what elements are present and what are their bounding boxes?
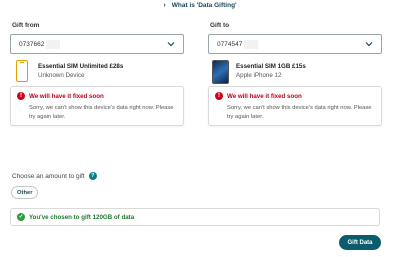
alert-icon: ! [215, 92, 223, 100]
gift-to-error-box: ! We will have it fixed soon Sorry, we ca… [208, 86, 382, 126]
error-message: Sorry, we can't show this device's data … [227, 105, 372, 120]
chevron-down-icon [167, 41, 175, 47]
gift-to-select[interactable]: 0774547 [208, 34, 382, 54]
gift-data-button[interactable]: Gift Data [339, 235, 381, 250]
number-mask [244, 39, 259, 49]
error-message: Sorry, we can't show this device's data … [29, 105, 174, 120]
gift-to-number: 0774547 [217, 40, 243, 48]
gift-from-device-name: Essential SIM Unlimited £28s [38, 63, 124, 70]
chevron-down-icon [365, 41, 373, 47]
what-is-data-gifting-label: What is 'Data Gifting' [171, 2, 237, 9]
sim-phone-icon [16, 60, 28, 82]
number-mask [46, 39, 61, 49]
confirmation-text: You've chosen to gift 120GB of data [29, 213, 135, 221]
error-title: We will have it fixed soon [227, 92, 302, 100]
alert-icon: ! [17, 92, 25, 100]
error-title: We will have it fixed soon [29, 92, 104, 100]
gift-from-select[interactable]: 0737662 [10, 34, 184, 54]
iphone-icon [212, 60, 229, 84]
choose-amount-label: Choose an amount to gift ? [12, 172, 97, 180]
gift-from-label: Gift from [12, 22, 40, 29]
check-icon: ✓ [17, 213, 25, 221]
gift-from-number: 0737662 [19, 40, 45, 48]
chevron-right-icon: › [163, 2, 166, 9]
gift-from-error-box: ! We will have it fixed soon Sorry, we ca… [10, 86, 184, 126]
gift-to-label: Gift to [210, 22, 230, 29]
confirmation-box: ✓ You've chosen to gift 120GB of data [10, 208, 380, 226]
gift-from-device-model: Unknown Device [38, 72, 85, 79]
other-amount-button[interactable]: Other [11, 186, 39, 199]
help-icon[interactable]: ? [88, 172, 97, 180]
choose-amount-text: Choose an amount to gift [12, 172, 85, 180]
gift-to-device-model: Apple iPhone 12 [236, 72, 282, 79]
what-is-data-gifting-link[interactable]: › What is 'Data Gifting' [0, 2, 400, 9]
gift-to-device-name: Essential SIM 1GB £15s [236, 63, 306, 70]
